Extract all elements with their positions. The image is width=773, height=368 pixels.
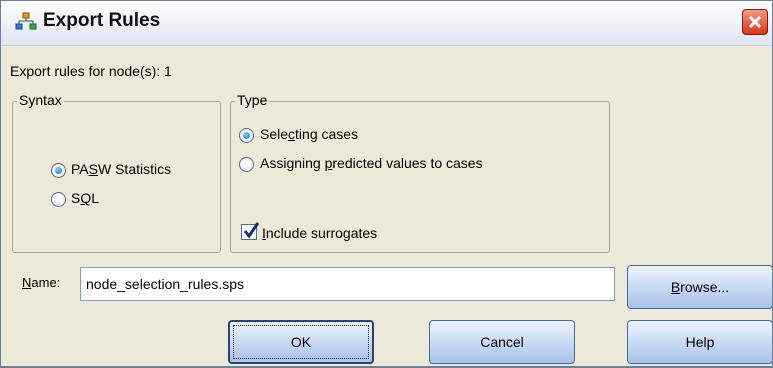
title-bar[interactable]: Export Rules bbox=[1, 1, 772, 46]
help-button[interactable]: Help bbox=[627, 320, 772, 364]
include-surrogates-label[interactable]: Include surrogates bbox=[262, 225, 377, 241]
close-button[interactable] bbox=[742, 9, 768, 35]
selecting-cases-radio[interactable] bbox=[239, 128, 254, 143]
syntax-group bbox=[12, 101, 221, 253]
sql-label[interactable]: SQL bbox=[71, 190, 99, 206]
name-field[interactable]: node_selection_rules.sps bbox=[80, 267, 615, 301]
node-count-label: Export rules for node(s): 1 bbox=[10, 63, 172, 79]
type-group-legend: Type bbox=[235, 92, 270, 108]
include-surrogates-checkbox[interactable] bbox=[241, 222, 260, 240]
pasw-statistics-radio[interactable] bbox=[51, 163, 66, 178]
checkmark-icon bbox=[243, 222, 260, 239]
name-label: Name: bbox=[22, 275, 61, 290]
sql-radio[interactable] bbox=[51, 192, 66, 207]
close-icon bbox=[748, 15, 762, 29]
browse-button[interactable]: Browse... bbox=[627, 265, 772, 309]
assigning-values-label[interactable]: Assigning predicted values to cases bbox=[260, 155, 483, 171]
syntax-group-legend: Syntax bbox=[17, 92, 64, 108]
selecting-cases-label[interactable]: Selecting cases bbox=[260, 126, 358, 142]
focus-ring bbox=[233, 325, 369, 359]
tree-nodes-icon bbox=[15, 12, 37, 32]
export-rules-dialog: Export Rules Export rules for node(s): 1… bbox=[0, 0, 773, 368]
dialog-content: Export rules for node(s): 1 Syntax PASW … bbox=[1, 46, 772, 366]
pasw-statistics-label[interactable]: PASW Statistics bbox=[71, 161, 171, 177]
dialog-title: Export Rules bbox=[43, 10, 161, 31]
assigning-values-radio[interactable] bbox=[239, 157, 254, 172]
cancel-button[interactable]: Cancel bbox=[429, 320, 575, 364]
ok-button[interactable]: OK bbox=[228, 320, 374, 364]
